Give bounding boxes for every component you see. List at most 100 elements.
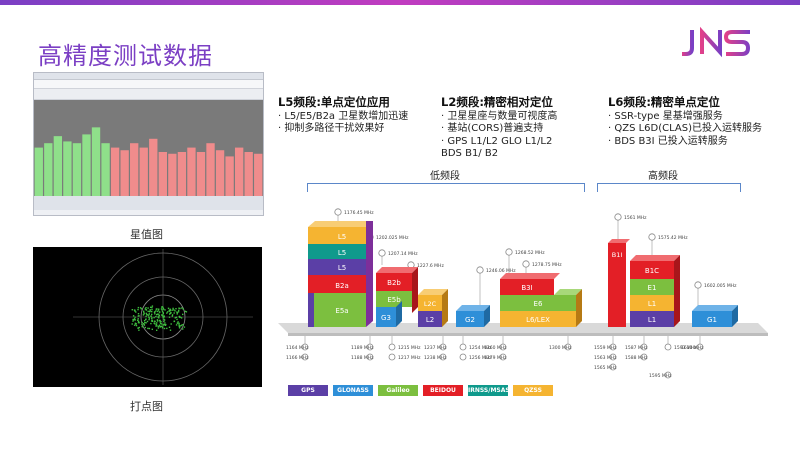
freq-bottom-marker: 1610 MHz bbox=[681, 343, 704, 351]
position-dot bbox=[164, 309, 166, 311]
frequency-band-diagram: 1176.45 MHz 1202.025 MHz 1207.14 MHz 122… bbox=[278, 208, 768, 379]
position-dot bbox=[182, 313, 184, 316]
position-dot bbox=[157, 309, 160, 311]
svg-text:1563 MHz: 1563 MHz bbox=[594, 355, 617, 361]
legend-item-qzss: QZSS bbox=[513, 385, 553, 396]
position-dot bbox=[154, 313, 156, 315]
band-block-e5a: E5a bbox=[308, 293, 366, 327]
position-dot bbox=[178, 323, 180, 325]
freq-top-marker: 1278.75 MHz bbox=[522, 260, 562, 268]
position-dot bbox=[137, 320, 140, 323]
position-dot bbox=[160, 325, 163, 327]
position-dot bbox=[156, 320, 159, 322]
position-dot bbox=[180, 324, 183, 326]
svg-text:1227.6 MHz: 1227.6 MHz bbox=[417, 263, 444, 269]
signal-bar bbox=[91, 127, 101, 196]
position-dot bbox=[176, 312, 179, 314]
position-dot bbox=[179, 307, 181, 310]
position-dot bbox=[147, 307, 149, 309]
signal-bar bbox=[34, 147, 43, 196]
section-line: · QZS L6D(CLAS)已投入运转服务 bbox=[608, 123, 763, 134]
svg-text:L6/LEX: L6/LEX bbox=[526, 316, 550, 324]
position-dot bbox=[170, 323, 172, 325]
position-dot bbox=[176, 313, 178, 315]
svg-text:L5: L5 bbox=[338, 249, 346, 257]
section-line: · 抑制多路径干扰效果好 bbox=[278, 123, 385, 134]
svg-text:L1: L1 bbox=[648, 300, 656, 308]
position-dot bbox=[160, 323, 163, 325]
position-dot bbox=[137, 308, 139, 311]
signal-bar bbox=[177, 152, 187, 196]
section-l2-heading: L2频段:精密相对定位 bbox=[441, 95, 553, 109]
band-block-e5b: E5b bbox=[376, 291, 412, 307]
band-block-l5-irnss: L5 bbox=[308, 244, 366, 259]
position-dot bbox=[168, 309, 171, 311]
position-dot bbox=[170, 312, 172, 314]
position-dot bbox=[158, 317, 160, 319]
position-dot bbox=[182, 308, 184, 310]
position-dot bbox=[151, 308, 153, 311]
position-dot bbox=[148, 313, 150, 315]
position-dot bbox=[153, 316, 155, 319]
svg-text:1588 MHz: 1588 MHz bbox=[625, 355, 648, 361]
position-dot bbox=[150, 306, 152, 308]
svg-text:E5a: E5a bbox=[335, 307, 348, 315]
position-dot bbox=[138, 322, 140, 324]
position-dot bbox=[163, 323, 166, 326]
position-dot bbox=[172, 307, 174, 310]
position-dot bbox=[143, 310, 145, 312]
svg-text:1595 MHz: 1595 MHz bbox=[649, 373, 672, 379]
svg-text:1587 MHz: 1587 MHz bbox=[625, 345, 648, 351]
position-dot bbox=[148, 327, 151, 330]
svg-text:1279 MHz: 1279 MHz bbox=[484, 355, 507, 361]
position-dot bbox=[160, 308, 163, 310]
freq-bottom-marker: 1215 MHz bbox=[388, 343, 421, 351]
position-dot bbox=[149, 311, 151, 313]
position-dot bbox=[134, 316, 136, 318]
position-dot bbox=[147, 310, 149, 313]
freq-top-marker: 1176.45 MHz bbox=[334, 208, 374, 216]
position-dot bbox=[159, 325, 161, 328]
position-dot bbox=[137, 318, 139, 320]
freq-bottom-marker: 1164 MHz bbox=[286, 343, 309, 351]
position-dot bbox=[142, 314, 145, 316]
position-dot bbox=[148, 318, 150, 321]
freq-top-marker: 1561 MHz bbox=[614, 213, 647, 221]
position-dot bbox=[166, 311, 169, 313]
signal-bar bbox=[196, 152, 206, 196]
position-dot bbox=[150, 322, 152, 325]
position-dot bbox=[141, 323, 143, 326]
svg-text:E6: E6 bbox=[534, 300, 543, 308]
freq-bottom-marker: 1279 MHz bbox=[484, 353, 507, 361]
freq-bottom-marker: 1189 MHz bbox=[351, 343, 374, 351]
signal-bar bbox=[158, 152, 167, 196]
svg-text:1188 MHz: 1188 MHz bbox=[351, 355, 374, 361]
status-strip bbox=[34, 196, 263, 210]
svg-text:1260 MHz: 1260 MHz bbox=[484, 345, 507, 351]
position-dot bbox=[175, 308, 177, 310]
legend-item-galileo: Galileo bbox=[378, 385, 418, 396]
svg-text:B2a: B2a bbox=[335, 282, 349, 290]
freq-top-marker: 1575.42 MHz bbox=[648, 233, 688, 241]
svg-text:1575.42 MHz: 1575.42 MHz bbox=[658, 235, 688, 241]
position-dot bbox=[158, 324, 161, 326]
section-l6-heading: L6频段:精密单点定位 bbox=[608, 95, 720, 109]
band-block-b3i: B3I bbox=[500, 273, 560, 295]
top-accent-bar bbox=[0, 0, 800, 5]
section-line: · SSR-type 星基增强服务 bbox=[608, 110, 723, 122]
position-dot bbox=[162, 308, 165, 310]
signal-bar bbox=[234, 147, 244, 196]
position-dot bbox=[155, 323, 158, 326]
tool-row bbox=[34, 89, 263, 100]
position-dot bbox=[143, 324, 146, 326]
signal-bar bbox=[206, 143, 215, 196]
position-dot bbox=[155, 315, 157, 318]
band-block-l1-qzss: L1 bbox=[630, 295, 674, 311]
signal-bar bbox=[215, 150, 225, 196]
svg-text:1610 MHz: 1610 MHz bbox=[681, 345, 704, 351]
section-l2: L2频段:精密相对定位 · 卫星星座与数量可视度高 · 基站(CORS)普遍支持… bbox=[441, 96, 557, 161]
position-dot bbox=[147, 314, 150, 316]
position-dot bbox=[144, 326, 146, 329]
position-dot bbox=[178, 309, 180, 312]
position-dot bbox=[144, 321, 146, 324]
